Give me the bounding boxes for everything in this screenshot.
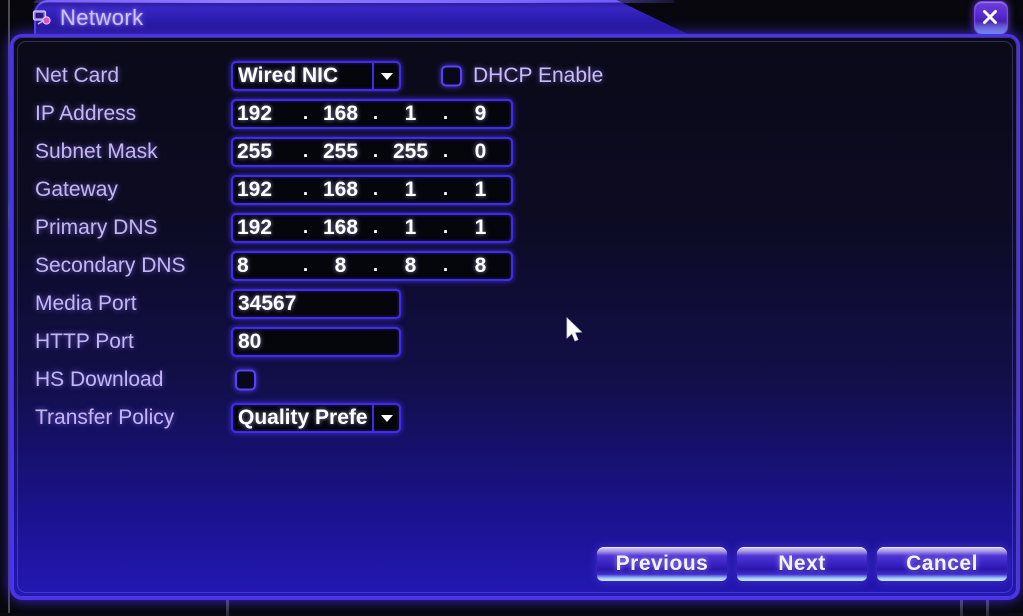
http-port-input[interactable]: 80 [231, 327, 401, 357]
row-media-port: Media Port 34567 [35, 285, 975, 323]
media-port-label: Media Port [35, 292, 137, 315]
row-secondary-dns: Secondary DNS 8 . 8 . 8 . 8 [35, 247, 975, 285]
gateway-octet-3[interactable]: 1 [380, 177, 441, 203]
ip-separator: . [442, 141, 449, 162]
cancel-button-label: Cancel [906, 552, 978, 575]
ip-separator: . [372, 103, 379, 124]
network-settings-window: Network Net Card Wired NIC DHCP Enable I… [10, 0, 1020, 600]
secondary-dns-octet-4[interactable]: 8 [450, 253, 511, 279]
ip-separator: . [372, 217, 379, 238]
secondary-dns-octet-2[interactable]: 8 [310, 253, 371, 279]
http-port-label: HTTP Port [35, 330, 134, 353]
next-button-label: Next [778, 552, 826, 575]
row-ip-address: IP Address 192 . 168 . 1 . 9 [35, 95, 975, 133]
row-subnet-mask: Subnet Mask 255 . 255 . 255 . 0 [35, 133, 975, 171]
close-button[interactable] [974, 1, 1008, 35]
media-port-value: 34567 [238, 292, 297, 315]
ip-separator: . [442, 103, 449, 124]
ip-address-octet-4[interactable]: 9 [450, 101, 511, 127]
net-card-label: Net Card [35, 64, 120, 87]
hs-download-checkbox[interactable] [235, 369, 256, 391]
row-http-port: HTTP Port 80 [35, 323, 975, 361]
http-port-value: 80 [238, 330, 262, 353]
secondary-dns-octet-3[interactable]: 8 [380, 253, 441, 279]
chevron-down-icon [381, 72, 393, 80]
network-card-icon [32, 8, 52, 28]
secondary-dns-octet-1[interactable]: 8 [233, 253, 301, 279]
hs-download-label: HS Download [35, 368, 164, 391]
dialog-footer: Previous Next Cancel [13, 547, 1017, 583]
row-primary-dns: Primary DNS 192 . 168 . 1 . 1 [35, 209, 975, 247]
secondary-dns-label: Secondary DNS [35, 254, 186, 277]
ip-separator: . [442, 217, 449, 238]
transfer-policy-dropdown-arrow[interactable] [372, 404, 400, 432]
primary-dns-octet-3[interactable]: 1 [380, 215, 441, 241]
ip-address-octet-1[interactable]: 192 [233, 101, 301, 127]
row-net-card: Net Card Wired NIC DHCP Enable [35, 57, 975, 95]
media-port-input[interactable]: 34567 [231, 289, 401, 319]
titlebar-highlight [34, 0, 674, 3]
chevron-down-icon [381, 414, 393, 422]
subnet-mask-octet-1[interactable]: 255 [233, 139, 301, 165]
network-form: Net Card Wired NIC DHCP Enable IP Addres… [35, 57, 975, 437]
net-card-dropdown-arrow[interactable] [372, 62, 400, 90]
ip-address-octet-3[interactable]: 1 [380, 101, 441, 127]
row-hs-download: HS Download [35, 361, 975, 399]
net-card-value: Wired NIC [238, 64, 339, 87]
primary-dns-octet-1[interactable]: 192 [233, 215, 301, 241]
subnet-mask-label: Subnet Mask [35, 140, 158, 163]
previous-button-label: Previous [615, 552, 709, 575]
subnet-mask-field[interactable]: 255 . 255 . 255 . 0 [231, 137, 513, 167]
ip-separator: . [302, 103, 309, 124]
primary-dns-octet-2[interactable]: 168 [310, 215, 371, 241]
transfer-policy-value: Quality Prefe [238, 406, 368, 429]
dhcp-enable-label: DHCP Enable [473, 64, 604, 87]
gateway-octet-1[interactable]: 192 [233, 177, 301, 203]
ip-separator: . [302, 255, 309, 276]
primary-dns-field[interactable]: 192 . 168 . 1 . 1 [231, 213, 513, 243]
ip-separator: . [302, 217, 309, 238]
ip-address-octet-2[interactable]: 168 [310, 101, 371, 127]
ip-separator: . [372, 179, 379, 200]
secondary-dns-field[interactable]: 8 . 8 . 8 . 8 [231, 251, 513, 281]
row-gateway: Gateway 192 . 168 . 1 . 1 [35, 171, 975, 209]
subnet-mask-octet-2[interactable]: 255 [310, 139, 371, 165]
window-title: Network [60, 5, 144, 30]
ip-separator: . [442, 179, 449, 200]
ip-separator: . [302, 179, 309, 200]
subnet-mask-octet-4[interactable]: 0 [450, 139, 511, 165]
ip-separator: . [372, 255, 379, 276]
net-card-select[interactable]: Wired NIC [231, 61, 401, 91]
primary-dns-octet-4[interactable]: 1 [450, 215, 511, 241]
ip-separator: . [442, 255, 449, 276]
transfer-policy-label: Transfer Policy [35, 406, 175, 429]
cancel-button[interactable]: Cancel [877, 547, 1007, 581]
ip-separator: . [302, 141, 309, 162]
gateway-octet-4[interactable]: 1 [450, 177, 511, 203]
screen: Network Net Card Wired NIC DHCP Enable I… [0, 0, 1023, 616]
ip-address-label: IP Address [35, 102, 137, 125]
ip-separator: . [372, 141, 379, 162]
primary-dns-label: Primary DNS [35, 216, 158, 239]
gateway-label: Gateway [35, 178, 118, 201]
previous-button[interactable]: Previous [597, 547, 727, 581]
dhcp-enable-checkbox[interactable] [441, 65, 462, 87]
subnet-mask-octet-3[interactable]: 255 [380, 139, 441, 165]
gateway-octet-2[interactable]: 168 [310, 177, 371, 203]
transfer-policy-select[interactable]: Quality Prefe [231, 403, 401, 433]
ip-address-field[interactable]: 192 . 168 . 1 . 9 [231, 99, 513, 129]
next-button[interactable]: Next [737, 547, 867, 581]
row-transfer-policy: Transfer Policy Quality Prefe [35, 399, 975, 437]
window-body: Net Card Wired NIC DHCP Enable IP Addres… [10, 34, 1020, 600]
gateway-field[interactable]: 192 . 168 . 1 . 1 [231, 175, 513, 205]
